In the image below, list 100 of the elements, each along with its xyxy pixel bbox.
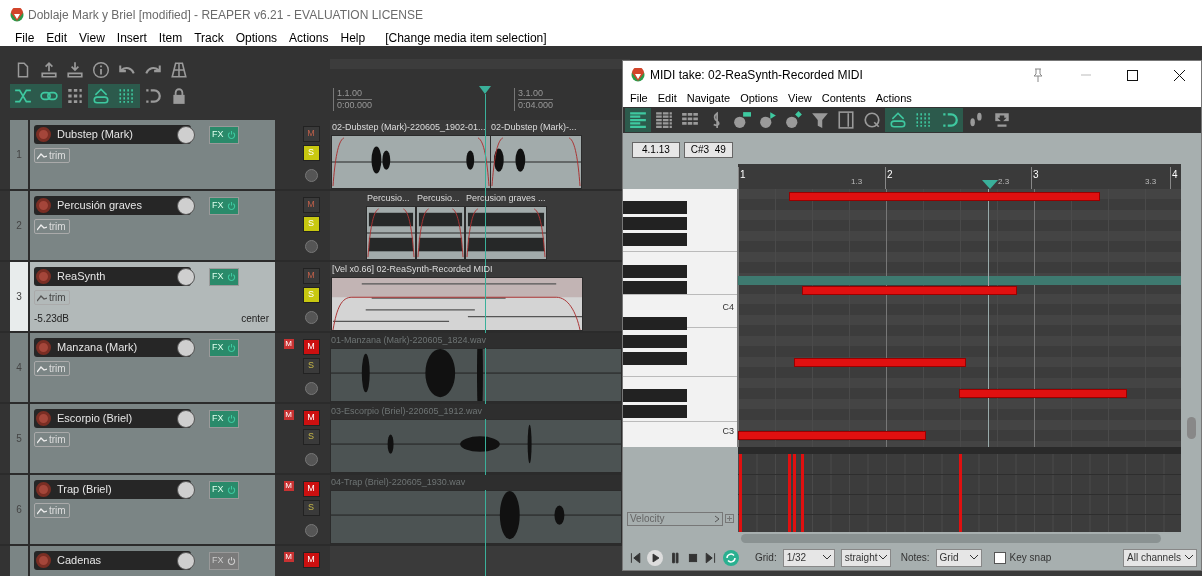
midi-note[interactable] xyxy=(794,358,966,367)
solo-button[interactable]: S xyxy=(302,358,320,374)
track-name-bar[interactable]: Trap (Briel) xyxy=(34,480,191,499)
menu-item[interactable]: Options xyxy=(735,89,784,107)
menu-item[interactable]: View xyxy=(783,89,817,107)
menu-item[interactable]: Contents xyxy=(816,89,871,107)
fx-button[interactable]: FX xyxy=(209,338,239,357)
ripple-button[interactable] xyxy=(10,84,36,108)
track-name-bar[interactable]: Dubstep (Mark) xyxy=(34,125,191,144)
record-arm-button[interactable] xyxy=(36,553,51,568)
record-arm-button[interactable] xyxy=(36,340,51,355)
track-panel[interactable]: Escorpio (Briel) FX trim xyxy=(28,404,275,473)
mute-button[interactable]: M xyxy=(302,552,320,568)
close-icon[interactable] xyxy=(1174,69,1185,81)
menu-item[interactable]: Edit xyxy=(40,29,74,47)
menu-item[interactable]: Actions xyxy=(870,89,917,107)
repeat-icon[interactable] xyxy=(723,549,739,566)
ripple-icon xyxy=(14,87,32,105)
window-title: MIDI take: 02-ReaSynth-Recorded MIDI xyxy=(650,67,863,84)
horizontal-scrollbar[interactable] xyxy=(741,533,1161,543)
timeline-bar[interactable] xyxy=(330,59,630,69)
menu-item[interactable]: Track xyxy=(188,29,230,47)
track-name: Percusión graves xyxy=(57,198,142,214)
midi-note[interactable] xyxy=(738,431,926,440)
pitch-field[interactable]: C#3 49 xyxy=(683,142,733,158)
power-icon xyxy=(227,272,236,281)
phase-button[interactable] xyxy=(304,453,318,466)
midi-note[interactable] xyxy=(959,389,1127,398)
palette-icon xyxy=(759,111,777,129)
stop-icon[interactable] xyxy=(687,551,699,564)
menu-item[interactable]: File xyxy=(625,89,653,107)
record-arm-button[interactable] xyxy=(36,198,51,213)
solo-button[interactable]: S xyxy=(302,500,320,516)
menu-item[interactable]: Navigate xyxy=(681,89,736,107)
play-icon[interactable] xyxy=(647,549,663,566)
skip-back-icon[interactable] xyxy=(629,551,641,564)
menu-item[interactable]: Item xyxy=(152,29,189,47)
note-length-dropdown[interactable]: Grid xyxy=(935,548,982,567)
envelope-link-button[interactable] xyxy=(885,108,911,132)
link-button[interactable] xyxy=(36,84,62,108)
track-panel[interactable]: Percusión graves FX trim xyxy=(28,191,275,260)
track-name: Escorpio (Briel) xyxy=(57,411,133,427)
menu-item[interactable]: Edit xyxy=(652,89,682,107)
track-panel[interactable]: ReaSynth FX trim -5.23dB center xyxy=(28,262,275,331)
menu-item[interactable]: Options xyxy=(229,29,284,47)
envelope-icon xyxy=(37,151,47,160)
track-panel[interactable]: Cadenas FX xyxy=(28,546,275,576)
fx-button[interactable]: FX xyxy=(209,267,239,286)
mute-button[interactable]: M xyxy=(302,339,320,355)
key-snap-checkbox[interactable] xyxy=(993,551,1006,564)
position-field[interactable]: 4.1.13 xyxy=(632,142,680,158)
track-panel[interactable]: Dubstep (Mark) FX trim xyxy=(28,120,275,189)
record-arm-button[interactable] xyxy=(36,269,51,284)
menu-item[interactable]: Actions xyxy=(283,29,335,47)
skip-forward-icon[interactable] xyxy=(705,551,717,564)
track-name-bar[interactable]: ReaSynth xyxy=(34,267,191,286)
grid-size-dropdown[interactable]: 1/32 xyxy=(782,548,835,567)
record-arm-button[interactable] xyxy=(36,482,51,497)
record-arm-button[interactable] xyxy=(36,411,51,426)
power-icon xyxy=(227,485,236,494)
solo-button[interactable]: S xyxy=(302,429,320,445)
dots-grid-icon xyxy=(66,87,84,105)
scrollbar-thumb[interactable] xyxy=(1186,417,1196,440)
pin-icon[interactable] xyxy=(1031,68,1045,82)
maximize-icon[interactable] xyxy=(1127,69,1138,81)
loop-icon xyxy=(144,87,162,105)
menu-item[interactable]: File xyxy=(9,29,41,47)
trim-button[interactable]: trim xyxy=(34,290,70,305)
add-lane-icon[interactable] xyxy=(725,514,734,524)
track-name-bar[interactable]: Escorpio (Briel) xyxy=(34,409,191,428)
grid-button[interactable] xyxy=(114,84,140,108)
menu-item[interactable]: Insert xyxy=(110,29,153,47)
swing-dropdown[interactable]: straight xyxy=(840,548,891,567)
midi-note[interactable] xyxy=(789,192,1100,201)
fx-button[interactable]: FX xyxy=(209,196,239,215)
track-panel[interactable]: Manzana (Mark) FX trim xyxy=(28,333,275,402)
record-arm-button[interactable] xyxy=(36,127,51,142)
phase-button[interactable] xyxy=(304,169,318,182)
phase-button[interactable] xyxy=(304,240,318,253)
piano-roll-button[interactable] xyxy=(625,108,651,132)
fx-button[interactable]: FX xyxy=(209,125,239,144)
pause-icon[interactable] xyxy=(669,551,681,564)
fx-button[interactable]: FX xyxy=(209,480,239,499)
phase-button[interactable] xyxy=(304,382,318,395)
menu-item[interactable]: View xyxy=(73,29,111,47)
menu-item[interactable]: Help xyxy=(334,29,372,47)
track-panel[interactable]: Trap (Briel) FX trim xyxy=(28,475,275,544)
channel-dropdown[interactable]: All channels xyxy=(1123,548,1197,567)
track-name-bar[interactable]: Cadenas xyxy=(34,551,191,570)
envelope-link-button[interactable] xyxy=(88,84,114,108)
fx-button[interactable]: FX xyxy=(209,409,239,428)
mute-button[interactable]: M xyxy=(302,410,320,426)
mute-button[interactable]: M xyxy=(302,481,320,497)
loop-button[interactable] xyxy=(937,108,963,132)
track-name-bar[interactable]: Percusión graves xyxy=(34,196,191,215)
phase-button[interactable] xyxy=(304,524,318,537)
midi-note[interactable] xyxy=(802,286,1017,295)
info-icon xyxy=(92,61,110,79)
track-name-bar[interactable]: Manzana (Mark) xyxy=(34,338,191,357)
phase-button[interactable] xyxy=(304,311,318,324)
